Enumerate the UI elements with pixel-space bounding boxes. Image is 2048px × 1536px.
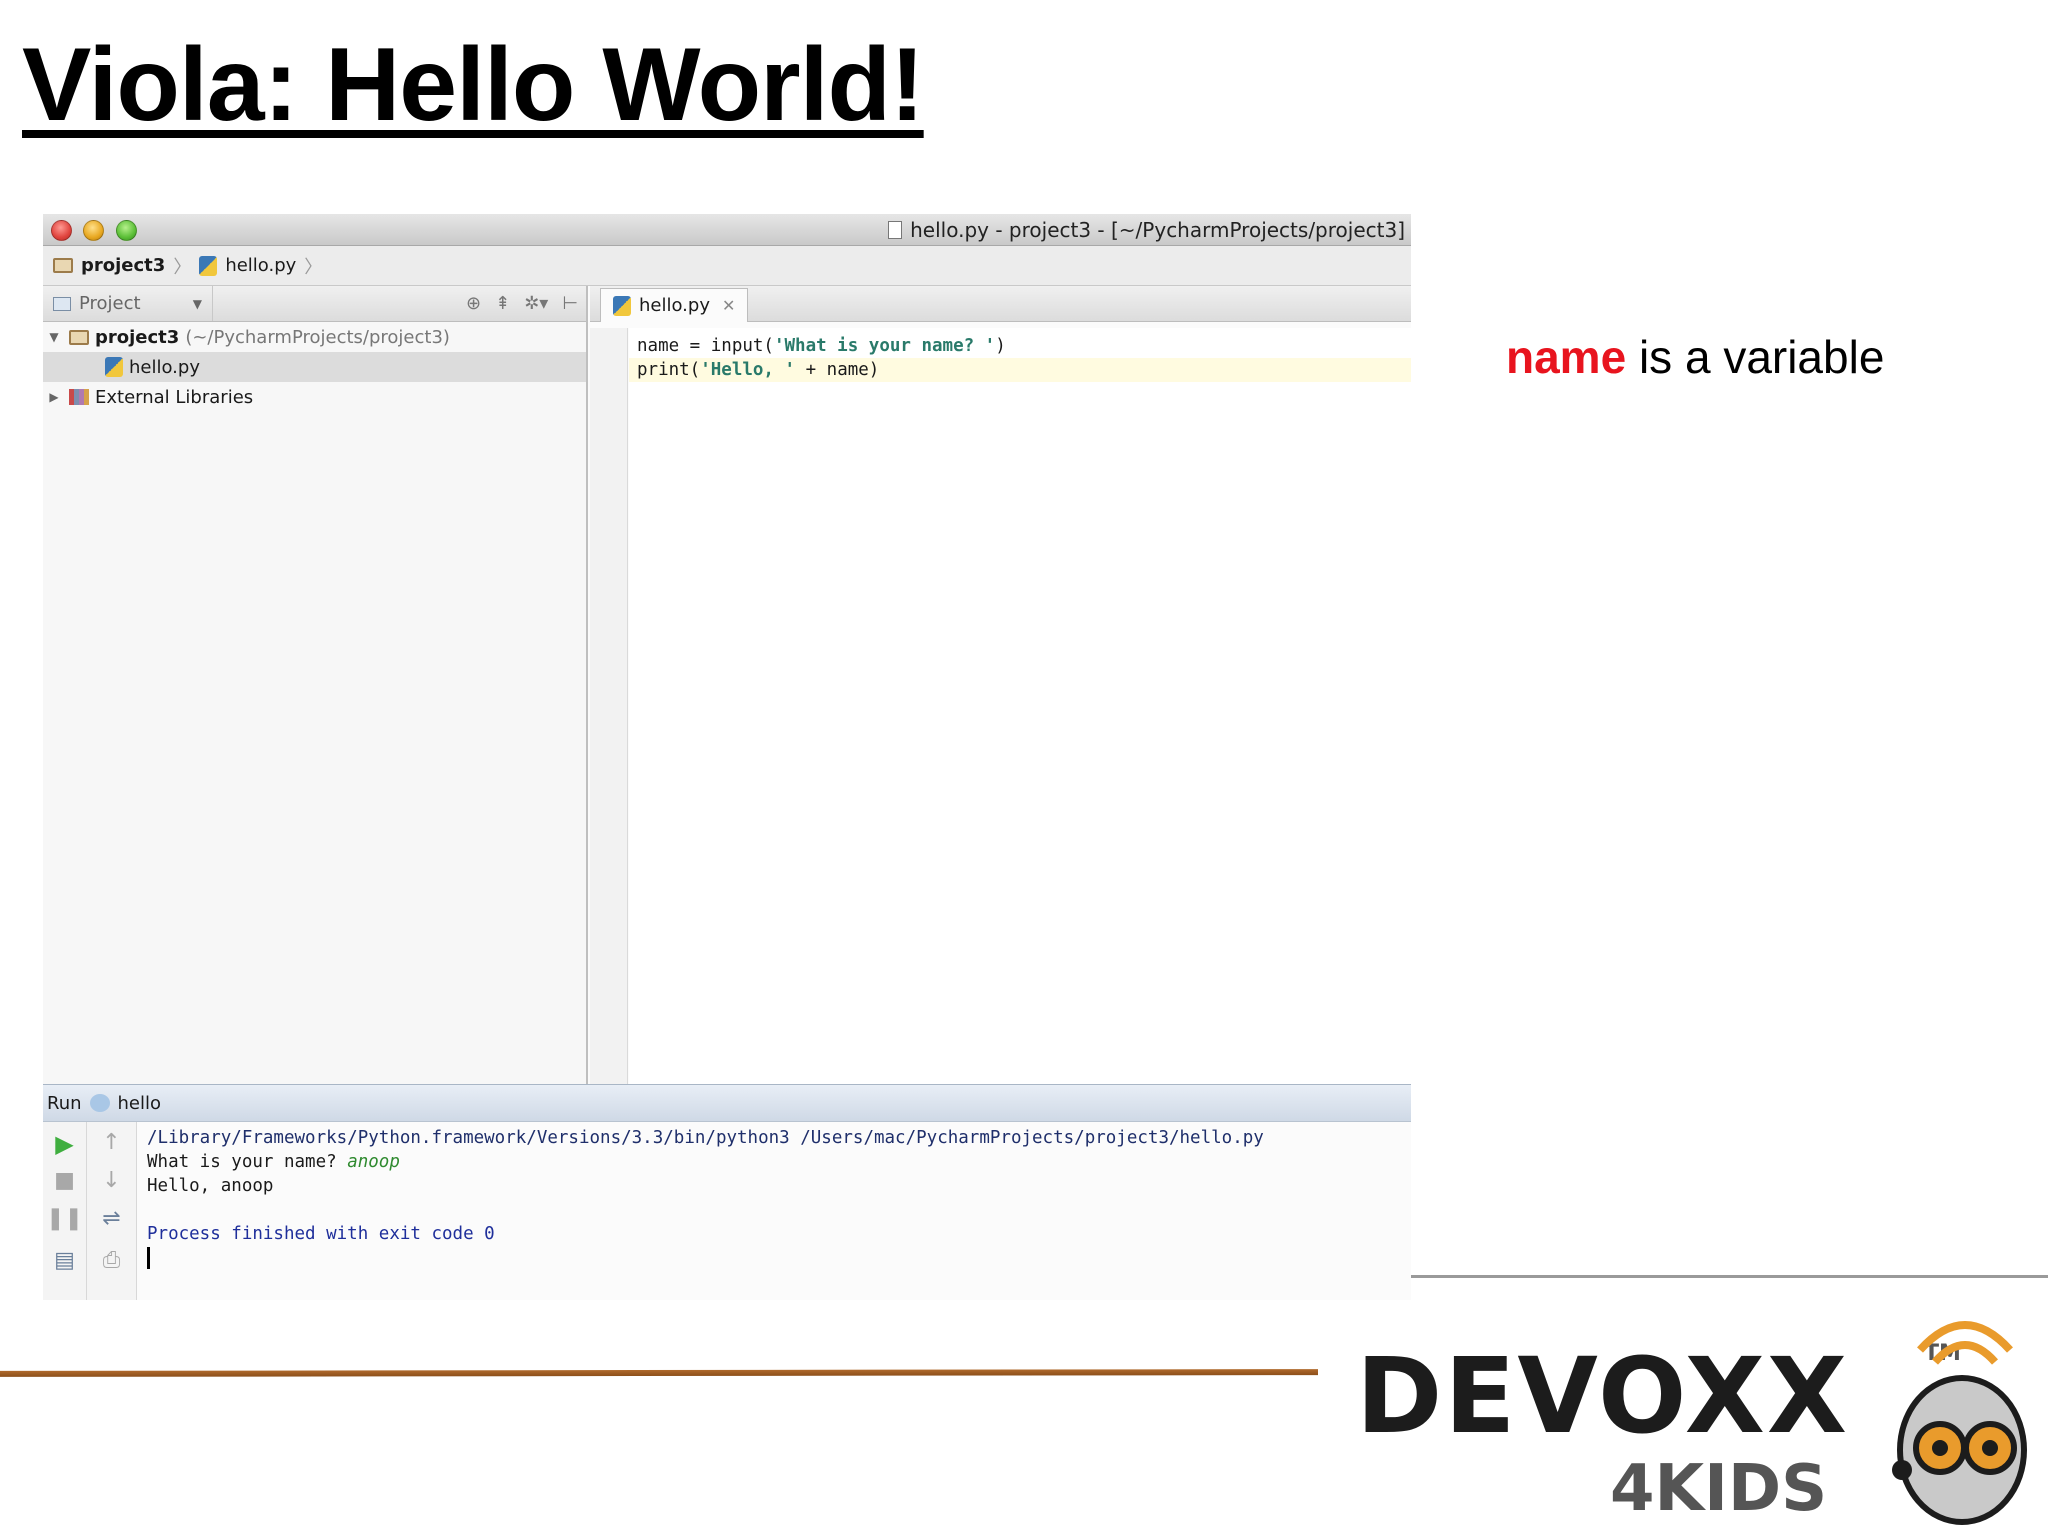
zoom-window-button[interactable] — [116, 220, 137, 241]
console-command: /Library/Frameworks/Python.framework/Ver… — [147, 1128, 1264, 1148]
console-exit-message: Process finished with exit code 0 — [147, 1224, 495, 1244]
tree-file-name: hello.py — [129, 356, 200, 378]
python-run-icon — [89, 1094, 110, 1112]
python-file-icon — [105, 357, 123, 377]
console-output: Hello, anoop — [147, 1176, 274, 1196]
hide-pane-icon[interactable]: ⊢ — [562, 293, 578, 314]
stop-icon[interactable]: ■ — [43, 1168, 86, 1193]
run-toolbar-primary: ▶ ■ ❚❚ ▤ — [43, 1122, 87, 1300]
breadcrumb-project[interactable]: project3 — [81, 255, 165, 276]
tab-hello-py[interactable]: hello.py ✕ — [600, 288, 749, 322]
pause-icon[interactable]: ❚❚ — [43, 1206, 86, 1231]
tab-label: hello.py — [639, 295, 710, 316]
tree-project-name: project3 — [95, 326, 180, 348]
project-view-label: Project — [79, 293, 141, 314]
project-pane: Project ▼ ⊕ ⇞ ✲▾ ⊢ ▼ project3 (~/Pycharm… — [43, 286, 588, 1084]
folder-icon — [69, 329, 89, 345]
print-icon[interactable]: ⎙ — [87, 1248, 136, 1273]
restore-layout-icon[interactable]: ▤ — [43, 1248, 86, 1273]
tree-project-path: (~/PycharmProjects/project3) — [185, 326, 450, 348]
code-text: ) — [995, 336, 1006, 356]
minimize-window-button[interactable] — [83, 220, 104, 241]
editor-tab-bar: hello.py ✕ — [590, 286, 1411, 322]
window-titlebar: hello.py - project3 - [~/PycharmProjects… — [43, 214, 1411, 246]
run-console[interactable]: /Library/Frameworks/Python.framework/Ver… — [147, 1126, 1411, 1300]
code-editor[interactable]: name = input('What is your name? ') prin… — [629, 328, 1411, 1084]
code-text: + name) — [795, 360, 880, 380]
console-prompt-line: What is your name? anoop — [147, 1150, 1411, 1174]
note-keyword: name — [1506, 331, 1627, 383]
python-file-icon — [199, 255, 218, 276]
up-arrow-icon[interactable]: ↑ — [87, 1130, 136, 1155]
devoxx4kids-logo: DEVOXX TM 4KIDS — [1356, 1321, 2027, 1526]
tree-item-project[interactable]: ▼ project3 (~/PycharmProjects/project3) — [43, 322, 586, 352]
slide-title: Viola: Hello World! — [22, 27, 925, 143]
text-cursor — [147, 1247, 150, 1269]
ide-window: hello.py - project3 - [~/PycharmProjects… — [43, 214, 1411, 1300]
tree-libraries-label: External Libraries — [95, 386, 254, 408]
library-icon — [69, 389, 89, 405]
dropdown-arrow-icon: ▼ — [192, 296, 202, 311]
soft-wrap-icon[interactable]: ⇌ — [87, 1206, 136, 1231]
code-text: print( — [637, 360, 701, 380]
breadcrumb-file[interactable]: hello.py — [225, 255, 296, 276]
code-text: name = input( — [637, 336, 774, 356]
console-prompt: What is your name? — [147, 1152, 348, 1172]
code-string: 'What is your name? ' — [773, 336, 996, 356]
console-blank — [147, 1198, 1411, 1222]
python-file-icon — [613, 295, 631, 316]
close-window-button[interactable] — [51, 220, 72, 241]
window-title: hello.py - project3 - [~/PycharmProjects… — [888, 218, 1405, 242]
gear-icon[interactable]: ✲▾ — [524, 293, 548, 314]
scroll-from-source-icon[interactable]: ⊕ — [466, 293, 481, 314]
run-config-name[interactable]: hello — [118, 1093, 162, 1114]
code-line[interactable]: name = input('What is your name? ') — [629, 334, 1411, 358]
project-view-select[interactable]: Project ▼ — [53, 286, 213, 321]
tree-item-hello-py[interactable]: hello.py — [43, 352, 586, 382]
run-toolbar-secondary: ↑ ↓ ⇌ ⎙ — [87, 1122, 137, 1300]
note-text: is a variable — [1626, 331, 1885, 383]
logo-main-text: DEVOXX — [1356, 1335, 1849, 1457]
collapsed-arrow-icon[interactable]: ▶ — [47, 390, 61, 404]
expanded-arrow-icon[interactable]: ▼ — [47, 330, 61, 344]
project-view-icon — [53, 296, 71, 311]
run-label: Run — [47, 1092, 82, 1114]
editor-gutter — [590, 328, 628, 1084]
logo-divider — [1411, 1275, 2048, 1278]
collapse-all-icon[interactable]: ⇞ — [495, 293, 510, 314]
variable-note: name is a variable — [1506, 330, 1884, 384]
window-title-text: hello.py - project3 - [~/PycharmProjects… — [910, 218, 1405, 242]
project-pane-tools: ⊕ ⇞ ✲▾ ⊢ — [466, 286, 578, 321]
console-user-input: anoop — [347, 1152, 400, 1172]
run-panel-header: Run hello — [43, 1084, 1411, 1122]
breadcrumb: project3 〉 hello.py 〉 — [43, 246, 1411, 286]
footer-rule — [0, 1369, 1319, 1377]
down-arrow-icon[interactable]: ↓ — [87, 1168, 136, 1193]
code-line[interactable]: print('Hello, ' + name) — [629, 358, 1411, 382]
document-icon — [888, 221, 903, 239]
code-string: 'Hello, ' — [700, 360, 796, 380]
close-tab-icon[interactable]: ✕ — [722, 296, 735, 315]
logo-sub-text: 4KIDS — [1610, 1452, 1827, 1526]
folder-icon — [53, 258, 73, 273]
console-cursor-line[interactable] — [147, 1246, 1411, 1270]
chevron-right-icon: 〉 — [304, 256, 323, 278]
tree-item-external-libraries[interactable]: ▶ External Libraries — [43, 382, 586, 412]
chevron-right-icon: 〉 — [173, 256, 192, 278]
project-pane-header: Project ▼ ⊕ ⇞ ✲▾ ⊢ — [43, 286, 586, 322]
rerun-icon[interactable]: ▶ — [43, 1130, 86, 1158]
